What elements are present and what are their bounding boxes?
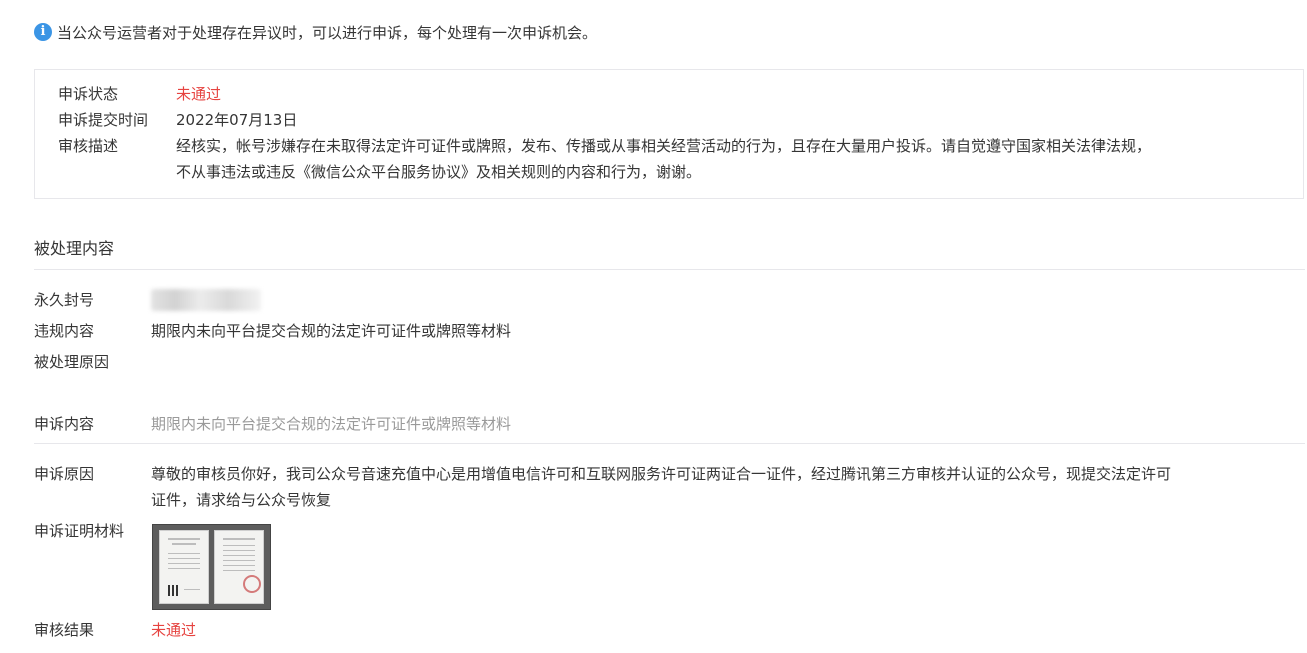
- appeal-status-label: 申诉状态: [58, 85, 119, 103]
- review-description-line-1: 经核实，帐号涉嫌存在未取得法定许可证件或牌照，发布、传播或从事相关经营活动的行为…: [176, 137, 1152, 155]
- submit-time-label: 申诉提交时间: [58, 111, 149, 129]
- violation-label: 违规内容: [34, 322, 95, 340]
- qr-code-icon: [168, 585, 179, 596]
- processed-reason-label: 被处理原因: [34, 353, 110, 371]
- processed-reason-row: 被处理原因: [34, 349, 1301, 375]
- violation-row: 违规内容 期限内未向平台提交合规的法定许可证件或牌照等材料: [34, 318, 1301, 344]
- appeal-content-label: 申诉内容: [34, 415, 95, 433]
- submit-time-value: 2022年07月13日: [176, 111, 298, 129]
- review-result-value: 未通过: [151, 621, 197, 639]
- license-document-left: [159, 530, 209, 604]
- info-icon: i: [34, 23, 52, 41]
- official-seal-icon: [243, 575, 261, 593]
- evidence-thumbnail[interactable]: [152, 524, 271, 610]
- review-description-label: 审核描述: [58, 137, 119, 155]
- appeal-content-row: 申诉内容 期限内未向平台提交合规的法定许可证件或牌照等材料: [34, 411, 1301, 437]
- appeal-reason-row: 申诉原因 尊敬的审核员你好，我司公众号音速充值中心是用增值电信许可和互联网服务许…: [34, 461, 1301, 513]
- appeal-content-value: 期限内未向平台提交合规的法定许可证件或牌照等材料: [151, 415, 512, 433]
- ban-label: 永久封号: [34, 291, 95, 309]
- license-document-right: [214, 530, 264, 604]
- appeal-reason-line-1: 尊敬的审核员你好，我司公众号音速充值中心是用增值电信许可和互联网服务许可证两证合…: [151, 465, 1172, 483]
- appeal-divider: [34, 443, 1305, 444]
- section-divider: [34, 269, 1305, 270]
- ban-row: 永久封号: [34, 287, 1301, 313]
- appeal-status-row: 申诉状态 未通过: [58, 81, 1283, 107]
- appeal-reason-label: 申诉原因: [34, 465, 95, 483]
- appeal-reason-value: 尊敬的审核员你好，我司公众号音速充值中心是用增值电信许可和互联网服务许可证两证合…: [151, 461, 1301, 513]
- review-result-row: 审核结果 未通过: [34, 617, 1301, 643]
- redacted-block: [151, 289, 261, 311]
- appeal-notice: i 当公众号运营者对于处理存在异议时，可以进行申诉，每个处理有一次申诉机会。: [34, 21, 597, 43]
- review-description-line-2: 不从事违法或违反《微信公众平台服务协议》及相关规则的内容和行为，谢谢。: [176, 163, 702, 181]
- appeal-status-value: 未通过: [176, 85, 222, 103]
- appeal-status-box: 申诉状态 未通过 申诉提交时间 2022年07月13日 审核描述 经核实，帐号涉…: [34, 69, 1304, 199]
- review-result-label: 审核结果: [34, 621, 95, 639]
- review-description-value: 经核实，帐号涉嫌存在未取得法定许可证件或牌照，发布、传播或从事相关经营活动的行为…: [176, 133, 1283, 185]
- processed-content-title: 被处理内容: [34, 239, 115, 258]
- violation-value: 期限内未向平台提交合规的法定许可证件或牌照等材料: [151, 322, 512, 340]
- appeal-reason-line-2: 证件，请求给与公众号恢复: [151, 491, 332, 509]
- submit-time-row: 申诉提交时间 2022年07月13日: [58, 107, 1283, 133]
- account-name-redacted: [151, 287, 1301, 313]
- review-description-row: 审核描述 经核实，帐号涉嫌存在未取得法定许可证件或牌照，发布、传播或从事相关经营…: [58, 133, 1283, 185]
- evidence-label: 申诉证明材料: [34, 522, 125, 540]
- notice-text: 当公众号运营者对于处理存在异议时，可以进行申诉，每个处理有一次申诉机会。: [57, 23, 598, 42]
